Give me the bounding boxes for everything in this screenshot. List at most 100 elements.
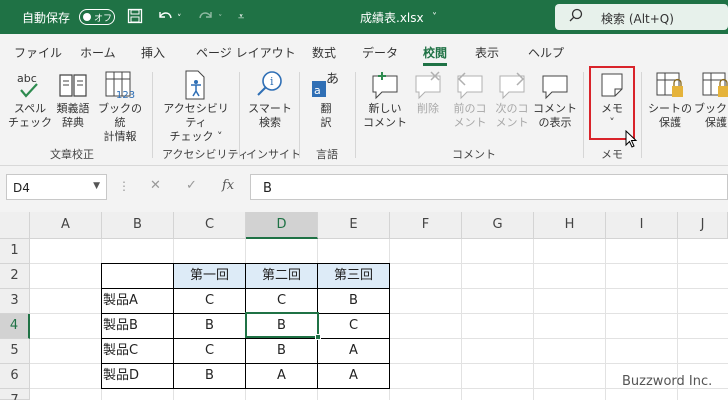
column-header-j[interactable]: J (678, 212, 728, 239)
table-header-cell[interactable]: 第三回 (318, 264, 389, 289)
show-comments-button[interactable]: コメント の表示 (533, 68, 577, 130)
data-cell[interactable]: C (174, 289, 245, 314)
protect-sheet-label-2: 保護 (659, 116, 681, 129)
save-icon[interactable] (127, 8, 143, 28)
search-box[interactable]: 検索 (Alt+Q) (555, 4, 728, 30)
tab-insert[interactable]: 挿入 (141, 44, 165, 61)
cancel-icon[interactable]: ✕ (150, 178, 161, 193)
protect-sheet-button[interactable]: シートの 保護 (647, 68, 693, 130)
column-header-f[interactable]: F (390, 212, 462, 239)
thesaurus-button[interactable]: 類義語 辞典 (52, 68, 94, 130)
next-comment-button[interactable]: 次のコ メント (491, 68, 533, 130)
select-all-corner[interactable] (0, 212, 30, 239)
accessibility-label-2: チェック ˅ (169, 130, 223, 143)
watermark: Buzzword Inc. (622, 374, 713, 389)
fill-handle[interactable] (315, 334, 321, 340)
column-header-e[interactable]: E (318, 212, 390, 239)
accessibility-check-button[interactable]: アクセシビリティ チェック ˅ (158, 68, 234, 144)
new-comment-label-2: コメント (363, 116, 407, 129)
data-cell[interactable]: B (246, 339, 317, 364)
data-cell[interactable]: A (318, 364, 389, 389)
insert-function-icon[interactable]: fx (222, 178, 234, 193)
file-name[interactable]: 成績表.xlsx (360, 9, 424, 26)
search-placeholder: 検索 (Alt+Q) (601, 12, 674, 26)
row-header-6[interactable]: 6 (0, 364, 30, 389)
data-cell[interactable]: C (246, 289, 317, 314)
column-header-h[interactable]: H (534, 212, 606, 239)
column-header-b[interactable]: B (102, 212, 174, 239)
row-header-1[interactable]: 1 (0, 239, 30, 264)
group-label-proofing: 文章校正 (50, 148, 94, 161)
spelling-button[interactable]: abc スペル チェック (8, 68, 52, 130)
svg-text:abc: abc (17, 72, 37, 85)
mouse-cursor-icon (625, 129, 639, 153)
name-box[interactable]: D4 ▼ (6, 174, 107, 200)
undo-dropdown-icon[interactable]: ˅ (177, 11, 182, 27)
formula-input[interactable]: B (250, 174, 728, 200)
tab-data[interactable]: データ (362, 44, 398, 61)
data-cell[interactable]: C (318, 314, 389, 339)
data-cell[interactable]: A (318, 339, 389, 364)
smart-lookup-label-2: 検索 (259, 116, 281, 129)
worksheet-grid[interactable]: A B C D E F G H I J 1 2 3 4 5 6 7 第一回 第二… (0, 212, 728, 400)
tab-help[interactable]: ヘルプ (528, 44, 564, 61)
translate-icon: aあ (305, 68, 347, 102)
undo-icon[interactable] (156, 8, 174, 28)
row-label-cell[interactable]: 製品D (103, 364, 173, 389)
data-cell[interactable]: C (174, 339, 245, 364)
autosave-toggle[interactable]: オフ (79, 9, 115, 25)
column-header-g[interactable]: G (462, 212, 534, 239)
row-label-cell[interactable]: 製品C (103, 339, 173, 364)
redo-icon[interactable] (197, 8, 215, 28)
row-label-cell[interactable]: 製品A (103, 289, 173, 314)
svg-text:あ: あ (326, 72, 339, 87)
row-header-4[interactable]: 4 (0, 314, 30, 339)
formula-content: B (263, 181, 272, 196)
tab-page-layout[interactable]: ページ レイアウト (196, 44, 296, 61)
column-header-i[interactable]: I (606, 212, 678, 239)
group-label-notes: メモ (601, 148, 623, 161)
data-cell[interactable]: B (174, 364, 245, 389)
data-cell[interactable]: A (246, 364, 317, 389)
tab-formulas[interactable]: 数式 (312, 44, 336, 61)
svg-text:a: a (314, 84, 321, 97)
row-header-3[interactable]: 3 (0, 289, 30, 314)
data-cell[interactable]: B (318, 289, 389, 314)
redo-dropdown-icon[interactable]: ˅ (218, 11, 223, 27)
tab-file[interactable]: ファイル (14, 44, 62, 61)
notes-highlight-box (589, 66, 635, 140)
show-comments-label-2: の表示 (538, 116, 572, 129)
enter-icon[interactable]: ✓ (186, 178, 197, 193)
column-header-a[interactable]: A (30, 212, 102, 239)
row-label-cell[interactable]: 製品B (103, 314, 173, 339)
workbook-statistics-button[interactable]: 123 ブックの統 計情報 (95, 68, 145, 144)
row-header-7[interactable]: 7 (0, 389, 30, 400)
formula-bar-resize-icon[interactable]: ⋮ (118, 179, 130, 193)
filename-chevron-icon[interactable]: ˅ (432, 10, 437, 26)
protect-workbook-button[interactable]: ブックの 保護 (693, 68, 728, 130)
previous-comment-button[interactable]: 前のコ メント (449, 68, 491, 130)
tab-review[interactable]: 校閲 (423, 44, 447, 61)
autosave-label: 自動保存 (22, 11, 71, 25)
next-comment-label-2: メント (495, 116, 529, 129)
thesaurus-label-2: 辞典 (62, 116, 84, 129)
protect-workbook-icon (693, 68, 728, 102)
table-header-cell[interactable]: 第二回 (246, 264, 317, 289)
row-header-5[interactable]: 5 (0, 339, 30, 364)
data-cell[interactable]: B (174, 314, 245, 339)
row-header-2[interactable]: 2 (0, 264, 30, 289)
smart-lookup-button[interactable]: i スマート 検索 (246, 68, 294, 130)
tab-view[interactable]: 表示 (475, 44, 499, 61)
delete-comment-label: 削除 (417, 102, 439, 115)
group-separator (239, 72, 240, 158)
delete-comment-button[interactable]: 削除 (408, 68, 448, 116)
name-box-dropdown-icon[interactable]: ▼ (93, 181, 100, 191)
previous-comment-label-1: 前のコ (453, 102, 487, 115)
new-comment-button[interactable]: 新しい コメント (362, 68, 408, 130)
table-header-cell[interactable]: 第一回 (174, 264, 245, 289)
tab-home[interactable]: ホーム (80, 44, 116, 61)
column-header-c[interactable]: C (174, 212, 246, 239)
column-header-d[interactable]: D (246, 212, 318, 239)
customize-toolbar-icon[interactable]: ⩡ (238, 9, 244, 25)
translate-button[interactable]: aあ 翻 訳 (305, 68, 347, 130)
